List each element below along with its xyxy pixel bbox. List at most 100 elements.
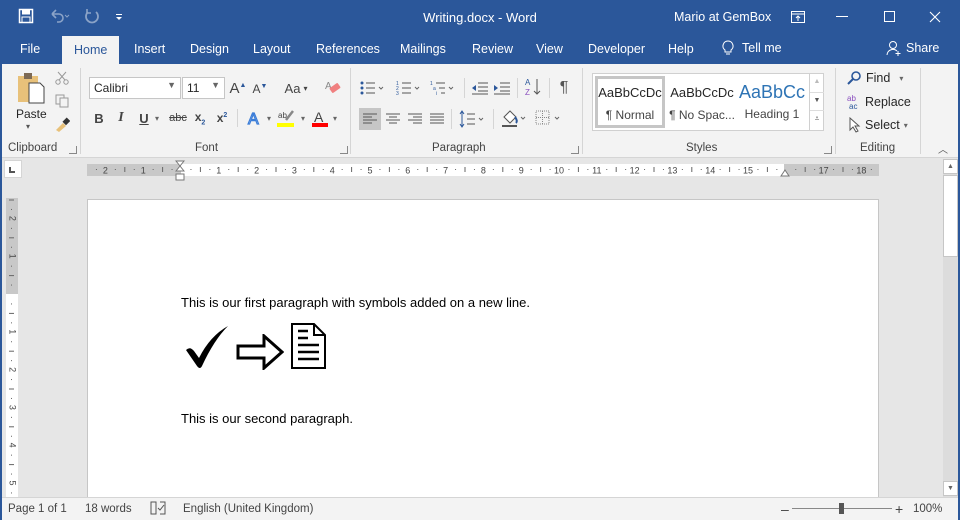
numbering-button[interactable]: 123 [396,78,424,98]
sort-button[interactable]: AZ [522,76,544,98]
svg-text:A: A [248,111,259,127]
styles-scroll-down[interactable]: ▼ [810,92,824,110]
tab-selector[interactable] [4,160,22,178]
highlight-color-button[interactable]: ab [277,108,297,128]
ruler-tick [455,169,457,170]
tab-developer[interactable]: Developer [588,42,645,56]
italic-button[interactable]: I [114,109,128,127]
change-case-button[interactable]: Aa ▾ [282,78,310,98]
replace-button[interactable]: ab ac Replace [846,94,911,110]
clipboard-dialog-launcher[interactable] [69,146,77,154]
font-name-combo[interactable]: Calibri ▼ [89,77,181,99]
find-button[interactable]: Find ▾ [847,71,903,85]
paragraph-1[interactable]: This is our first paragraph with symbols… [181,295,530,310]
svg-text:A: A [314,109,324,125]
shrink-font-button[interactable]: A▼ [252,80,268,98]
tab-view[interactable]: View [536,42,563,56]
user-account[interactable]: Mario at GemBox [674,10,771,24]
paste-button[interactable] [15,70,47,106]
collapse-ribbon-icon[interactable]: ︿ [936,142,950,156]
grow-font-button[interactable]: A▲ [230,78,247,98]
zoom-out-button[interactable]: – [781,501,789,517]
bold-button[interactable]: B [92,109,106,127]
tab-file[interactable]: File [20,42,40,56]
style-normal[interactable]: AaBbCcDc ¶ Normal [595,76,665,128]
font-color-button[interactable]: A [311,108,329,128]
align-center-button[interactable] [382,108,404,130]
styles-scroll-up[interactable]: ▲ [810,74,824,92]
copy-icon[interactable] [54,93,70,109]
align-right-button[interactable] [404,108,426,130]
page-count[interactable]: Page 1 of 1 [8,503,67,515]
shading-button[interactable] [500,107,530,129]
borders-button[interactable] [534,107,564,129]
multilevel-list-button[interactable]: 1ai [430,78,458,98]
highlight-dropdown-icon[interactable]: ▾ [301,114,305,123]
bullets-button[interactable] [360,78,388,98]
tab-home[interactable]: Home [62,36,120,64]
vertical-scrollbar[interactable]: ▲ ▼ [943,159,958,497]
ruler-tick [341,169,343,170]
font-dialog-launcher[interactable] [340,146,348,154]
clear-formatting-button[interactable]: A [322,77,342,97]
ruler-label: 5 [8,480,18,485]
styles-more-icon[interactable]: ⩡ [810,110,824,128]
strikethrough-button[interactable]: abc [168,109,188,127]
superscript-button[interactable]: x2 [214,109,230,127]
word-count[interactable]: 18 words [85,503,132,515]
zoom-level[interactable]: 100% [913,503,942,515]
indent-marker[interactable] [174,160,186,182]
font-color-dropdown-icon[interactable]: ▾ [333,114,337,123]
scroll-down-button[interactable]: ▼ [943,481,958,496]
tab-insert[interactable]: Insert [134,42,165,56]
show-formatting-button[interactable]: ¶ [556,78,572,98]
format-painter-icon[interactable] [54,116,70,132]
select-button[interactable]: Select ▾ [849,117,908,133]
proofing-icon[interactable] [150,501,166,518]
zoom-in-button[interactable]: + [895,501,903,517]
styles-dialog-launcher[interactable] [824,146,832,154]
scroll-up-button[interactable]: ▲ [943,159,958,174]
minimize-button[interactable] [827,6,857,28]
ribbon-display-options-button[interactable] [783,6,813,28]
tab-help[interactable]: Help [668,42,694,56]
text-effects-button[interactable]: A [246,108,264,128]
chevron-down-icon: ▾ [903,120,908,130]
tab-mailings[interactable]: Mailings [400,42,446,56]
symbols-line[interactable] [184,322,328,370]
underline-button[interactable]: U [137,109,151,127]
ruler-label: 9 [519,166,524,176]
language[interactable]: English (United Kingdom) [183,503,313,515]
align-left-button[interactable] [359,108,381,130]
horizontal-ruler[interactable]: 2 1 1 2 3 4 5 6 7 8 9 10 11 12 13 14 15 17 18 [87,164,879,176]
increase-indent-button[interactable] [492,78,512,98]
underline-dropdown-icon[interactable]: ▾ [155,114,159,123]
line-spacing-button[interactable] [458,108,488,130]
tab-review[interactable]: Review [472,42,513,56]
tab-layout[interactable]: Layout [253,42,291,56]
tab-references[interactable]: References [316,42,380,56]
tab-design[interactable]: Design [190,42,229,56]
paste-dropdown-icon[interactable]: ▾ [26,122,30,131]
decrease-indent-button[interactable] [470,78,490,98]
ribbon-tabs: File Home Insert Design Layout Reference… [0,36,960,64]
document-page[interactable]: This is our first paragraph with symbols… [87,199,879,499]
text-effects-dropdown-icon[interactable]: ▾ [267,114,271,123]
tell-me-search[interactable]: Tell me [722,40,782,56]
justify-button[interactable] [426,108,448,130]
subscript-button[interactable]: x2 [192,109,208,127]
share-button[interactable]: Share [886,40,939,56]
zoom-slider-thumb[interactable] [839,503,844,514]
scroll-thumb[interactable] [943,175,958,257]
cut-icon[interactable] [54,70,70,86]
style-no-spacing[interactable]: AaBbCcDc ¶ No Spac... [667,76,737,128]
vertical-ruler[interactable]: 2 1 1 2 3 4 5 [6,198,18,498]
paragraph-2[interactable]: This is our second paragraph. [181,411,353,426]
paragraph-group-label: Paragraph [432,142,486,154]
paragraph-dialog-launcher[interactable] [571,146,579,154]
style-heading-1[interactable]: AaBbCc Heading 1 [739,76,805,128]
close-button[interactable] [920,6,950,28]
right-indent-marker[interactable] [780,166,790,177]
font-size-combo[interactable]: 11 ▼ [182,77,225,99]
maximize-button[interactable] [875,6,905,28]
